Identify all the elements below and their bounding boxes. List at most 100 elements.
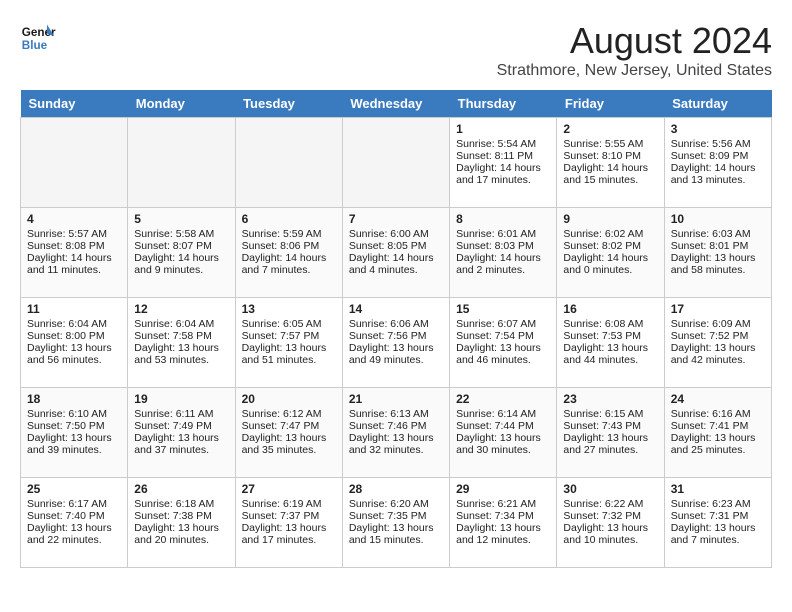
sunset-text: Sunset: 8:01 PM — [671, 240, 765, 252]
date-number: 29 — [456, 482, 550, 496]
daylight-text: Daylight: 13 hours and 32 minutes. — [349, 432, 443, 456]
date-number: 26 — [134, 482, 228, 496]
calendar-cell: 6Sunrise: 5:59 AMSunset: 8:06 PMDaylight… — [235, 208, 342, 298]
daylight-text: Daylight: 13 hours and 42 minutes. — [671, 342, 765, 366]
daylight-text: Daylight: 14 hours and 17 minutes. — [456, 162, 550, 186]
sunrise-text: Sunrise: 5:55 AM — [563, 138, 657, 150]
calendar-cell: 22Sunrise: 6:14 AMSunset: 7:44 PMDayligh… — [450, 388, 557, 478]
sunset-text: Sunset: 8:10 PM — [563, 150, 657, 162]
date-number: 24 — [671, 392, 765, 406]
calendar-cell: 7Sunrise: 6:00 AMSunset: 8:05 PMDaylight… — [342, 208, 449, 298]
sunset-text: Sunset: 8:07 PM — [134, 240, 228, 252]
day-header-monday: Monday — [128, 90, 235, 118]
sunset-text: Sunset: 7:50 PM — [27, 420, 121, 432]
calendar-cell — [235, 118, 342, 208]
sunrise-text: Sunrise: 6:03 AM — [671, 228, 765, 240]
date-number: 25 — [27, 482, 121, 496]
week-row-1: 1Sunrise: 5:54 AMSunset: 8:11 PMDaylight… — [21, 118, 772, 208]
calendar-cell: 20Sunrise: 6:12 AMSunset: 7:47 PMDayligh… — [235, 388, 342, 478]
calendar-cell: 14Sunrise: 6:06 AMSunset: 7:56 PMDayligh… — [342, 298, 449, 388]
calendar-cell: 1Sunrise: 5:54 AMSunset: 8:11 PMDaylight… — [450, 118, 557, 208]
date-number: 23 — [563, 392, 657, 406]
calendar-cell: 11Sunrise: 6:04 AMSunset: 8:00 PMDayligh… — [21, 298, 128, 388]
sunset-text: Sunset: 7:46 PM — [349, 420, 443, 432]
sunset-text: Sunset: 8:06 PM — [242, 240, 336, 252]
calendar-cell: 19Sunrise: 6:11 AMSunset: 7:49 PMDayligh… — [128, 388, 235, 478]
sunset-text: Sunset: 7:52 PM — [671, 330, 765, 342]
sunrise-text: Sunrise: 6:05 AM — [242, 318, 336, 330]
day-header-friday: Friday — [557, 90, 664, 118]
sunrise-text: Sunrise: 6:23 AM — [671, 498, 765, 510]
daylight-text: Daylight: 14 hours and 4 minutes. — [349, 252, 443, 276]
week-row-3: 11Sunrise: 6:04 AMSunset: 8:00 PMDayligh… — [21, 298, 772, 388]
sunset-text: Sunset: 8:05 PM — [349, 240, 443, 252]
sunset-text: Sunset: 7:47 PM — [242, 420, 336, 432]
daylight-text: Daylight: 13 hours and 17 minutes. — [242, 522, 336, 546]
daylight-text: Daylight: 14 hours and 9 minutes. — [134, 252, 228, 276]
sunrise-text: Sunrise: 6:14 AM — [456, 408, 550, 420]
date-number: 13 — [242, 302, 336, 316]
calendar-cell — [21, 118, 128, 208]
daylight-text: Daylight: 14 hours and 0 minutes. — [563, 252, 657, 276]
sunset-text: Sunset: 7:37 PM — [242, 510, 336, 522]
sunset-text: Sunset: 8:09 PM — [671, 150, 765, 162]
daylight-text: Daylight: 13 hours and 30 minutes. — [456, 432, 550, 456]
sunrise-text: Sunrise: 6:00 AM — [349, 228, 443, 240]
week-row-4: 18 Sunrise: 6:10 AMSunset: 7:50 PM Dayligh… — [21, 388, 772, 478]
daylight-text: Daylight: 13 hours and 15 minutes. — [349, 522, 443, 546]
daylight-text: Daylight: 13 hours and 12 minutes. — [456, 522, 550, 546]
sunrise-text: Sunrise: 6:01 AM — [456, 228, 550, 240]
daylight-text: Daylight: 13 hours and 27 minutes. — [563, 432, 657, 456]
date-number: 6 — [242, 212, 336, 226]
daylight-text: Daylight: 13 hours and 58 minutes. — [671, 252, 765, 276]
date-number: 17 — [671, 302, 765, 316]
sunrise-text: Sunrise: 6:18 AM — [134, 498, 228, 510]
date-number: 21 — [349, 392, 443, 406]
calendar-cell: 17 Sunrise: 6:09 AMSunset: 7:52 PMDayligh… — [664, 298, 771, 388]
sunrise-text: Sunrise: 6:10 AM — [27, 408, 121, 420]
sunrise-text: Sunrise: 6:16 AM — [671, 408, 765, 420]
sunset-text: Sunset: 7:38 PM — [134, 510, 228, 522]
calendar-cell: 3Sunrise: 5:56 AMSunset: 8:09 PMDaylight… — [664, 118, 771, 208]
sunset-text: Sunset: 7:31 PM — [671, 510, 765, 522]
date-number: 10 — [671, 212, 765, 226]
sunrise-text: Sunrise: 6:04 AM — [134, 318, 228, 330]
sunrise-text: Sunrise: 6:08 AM — [563, 318, 657, 330]
logo-icon: General Blue — [20, 20, 56, 56]
calendar-cell — [342, 118, 449, 208]
date-number: 2 — [563, 122, 657, 136]
calendar-cell: 30Sunrise: 6:22 AMSunset: 7:32 PMDayligh… — [557, 478, 664, 568]
daylight-text: Daylight: 13 hours and 35 minutes. — [242, 432, 336, 456]
daylight-text: Daylight: 13 hours and 10 minutes. — [563, 522, 657, 546]
sunrise-text: Sunrise: 6:13 AM — [349, 408, 443, 420]
calendar-cell: 12Sunrise: 6:04 AMSunset: 7:58 PMDayligh… — [128, 298, 235, 388]
sunset-text: Sunset: 7:35 PM — [349, 510, 443, 522]
subtitle: Strathmore, New Jersey, United States — [497, 62, 772, 80]
sunset-text: Sunset: 7:34 PM — [456, 510, 550, 522]
daylight-text: Daylight: 13 hours and 49 minutes. — [349, 342, 443, 366]
date-number: 14 — [349, 302, 443, 316]
sunset-text: Sunset: 8:11 PM — [456, 150, 550, 162]
sunrise-text: Sunrise: 6:21 AM — [456, 498, 550, 510]
daylight-text: Daylight: 13 hours and 20 minutes. — [134, 522, 228, 546]
calendar-cell: 8Sunrise: 6:01 AMSunset: 8:03 PMDaylight… — [450, 208, 557, 298]
daylight-text: Daylight: 13 hours and 51 minutes. — [242, 342, 336, 366]
logo: General Blue — [20, 20, 56, 56]
date-number: 18 — [27, 392, 121, 406]
calendar-cell: 4Sunrise: 5:57 AMSunset: 8:08 PMDaylight… — [21, 208, 128, 298]
daylight-text: Daylight: 13 hours and 37 minutes. — [134, 432, 228, 456]
sunrise-text: Sunrise: 6:09 AM — [671, 318, 765, 330]
sunset-text: Sunset: 7:57 PM — [242, 330, 336, 342]
main-title: August 2024 — [497, 20, 772, 62]
daylight-text: Daylight: 13 hours and 7 minutes. — [671, 522, 765, 546]
daylight-text: Daylight: 13 hours and 53 minutes. — [134, 342, 228, 366]
sunrise-text: Sunrise: 5:56 AM — [671, 138, 765, 150]
date-number: 11 — [27, 302, 121, 316]
sunrise-text: Sunrise: 6:07 AM — [456, 318, 550, 330]
week-row-2: 4Sunrise: 5:57 AMSunset: 8:08 PMDaylight… — [21, 208, 772, 298]
sunset-text: Sunset: 7:43 PM — [563, 420, 657, 432]
calendar-cell: 31Sunrise: 6:23 AMSunset: 7:31 PMDayligh… — [664, 478, 771, 568]
date-number: 19 — [134, 392, 228, 406]
week-row-5: 25Sunrise: 6:17 AMSunset: 7:40 PMDayligh… — [21, 478, 772, 568]
calendar-cell: 18Sunrise: 6:10 AMSunset: 7:50 PMDayligh… — [21, 388, 128, 478]
